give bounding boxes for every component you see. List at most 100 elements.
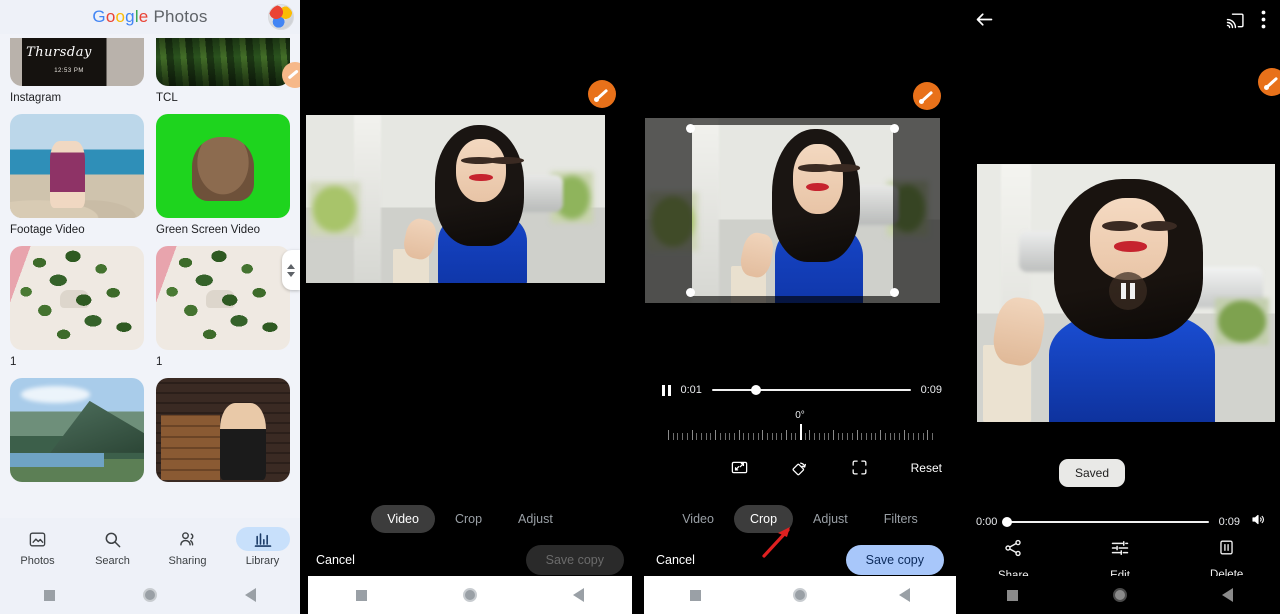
logo-letter: e: [138, 7, 149, 26]
triangle-back-icon[interactable]: [573, 588, 584, 602]
square-recents-icon[interactable]: [44, 589, 55, 601]
video-preview-cropping[interactable]: [645, 118, 940, 303]
dial-tick: [785, 430, 787, 440]
video-preview-landscape[interactable]: [306, 115, 605, 283]
thumbnail-lake[interactable]: [10, 378, 144, 482]
list-item[interactable]: 1: [10, 246, 144, 368]
list-item[interactable]: [156, 378, 290, 482]
more-vertical-icon[interactable]: [1261, 10, 1266, 34]
thumb-overlay-day: Thursday: [26, 44, 92, 60]
thumb-art: [10, 246, 144, 350]
circle-home-icon[interactable]: [793, 588, 807, 602]
dial-tick: [866, 433, 867, 440]
pencil-badge-icon[interactable]: [1258, 68, 1280, 96]
dial-tick: [880, 430, 882, 440]
tab-filters[interactable]: Filters: [868, 505, 934, 533]
rotate-icon[interactable]: [790, 458, 809, 477]
list-item[interactable]: [10, 378, 144, 482]
tab-video[interactable]: Video: [666, 505, 730, 533]
save-copy-button[interactable]: Save copy: [525, 545, 624, 575]
timeline-knob[interactable]: [1002, 517, 1013, 527]
triangle-back-icon[interactable]: [1221, 588, 1233, 602]
dial-tick: [752, 433, 754, 440]
scene-eye: [1140, 220, 1177, 232]
scene-foliage: [1215, 298, 1270, 345]
search-icon: [103, 530, 122, 549]
nav-item-library[interactable]: Library: [225, 527, 300, 567]
nav-pill: [235, 527, 290, 551]
dial-tick: [696, 433, 698, 440]
library-grid-scroll[interactable]: Thursday 12:53 PM Instagram TCL Footage …: [0, 34, 300, 538]
cancel-button[interactable]: Cancel: [316, 553, 355, 567]
tab-crop[interactable]: Crop: [439, 505, 498, 533]
saved-toast: Saved: [1059, 459, 1126, 487]
tab-adjust[interactable]: Adjust: [502, 505, 569, 533]
cast-icon[interactable]: [1225, 10, 1245, 35]
scene-eye: [824, 164, 861, 172]
item-caption: Footage Video: [10, 224, 85, 236]
list-item[interactable]: Thursday 12:53 PM Instagram: [10, 38, 144, 104]
reset-button[interactable]: Reset: [911, 461, 942, 475]
timeline-track[interactable]: [1002, 517, 1209, 527]
dial-tick: [795, 433, 797, 440]
reframe-icon[interactable]: [850, 458, 869, 477]
thumbnail-green-screen-video[interactable]: [156, 114, 290, 218]
square-recents-icon[interactable]: [1007, 589, 1019, 601]
pause-overlay-button[interactable]: [1109, 272, 1147, 310]
dial-tick: [922, 433, 924, 440]
dial-tick: [927, 430, 929, 440]
crop-handle-top-left[interactable]: [686, 123, 696, 133]
android-system-bar: [308, 576, 632, 614]
circle-home-icon[interactable]: [143, 588, 157, 602]
scrollbar-thumb[interactable]: [282, 250, 300, 290]
pencil-badge-icon[interactable]: [588, 80, 616, 108]
thumbnail-instagram[interactable]: Thursday 12:53 PM: [10, 38, 144, 86]
thumb-art: [50, 400, 144, 453]
nav-label: Sharing: [168, 555, 207, 567]
video-preview-portrait[interactable]: [977, 164, 1275, 422]
tab-video[interactable]: Video: [371, 505, 435, 533]
back-arrow-icon[interactable]: [974, 9, 995, 35]
nav-item-sharing[interactable]: Sharing: [150, 527, 225, 567]
account-avatar[interactable]: [268, 4, 294, 30]
save-copy-button[interactable]: Save copy: [845, 545, 944, 575]
timeline-track[interactable]: [711, 385, 911, 395]
cancel-button[interactable]: Cancel: [656, 553, 695, 567]
pause-icon[interactable]: [662, 384, 671, 396]
thumb-art: [192, 136, 254, 202]
item-caption: 1: [156, 356, 163, 368]
thumbnail-footage-video[interactable]: [10, 114, 144, 218]
thumbnail-plant-1[interactable]: [10, 246, 144, 350]
thumbnail-headphones-girl[interactable]: [156, 378, 290, 482]
volume-icon[interactable]: [1250, 512, 1266, 532]
pencil-badge-icon[interactable]: [913, 82, 941, 110]
dial-tick: [705, 433, 707, 440]
triangle-back-icon[interactable]: [899, 588, 910, 602]
list-item[interactable]: Green Screen Video: [156, 114, 290, 236]
dial-tick: [672, 433, 674, 440]
circle-home-icon[interactable]: [1112, 588, 1127, 602]
aspect-ratio-icon[interactable]: [730, 458, 749, 477]
nav-item-photos[interactable]: Photos: [0, 527, 75, 567]
editor-crop-tab-panel: 0:01 0:09 0° Reset Video Crop Adjust Fil…: [640, 0, 960, 614]
square-recents-icon[interactable]: [356, 589, 367, 601]
triangle-back-icon[interactable]: [245, 588, 256, 602]
editor-video-tab-panel: Video Crop Adjust Cancel Save copy: [300, 0, 640, 614]
thumbnail-tcl[interactable]: [156, 38, 290, 86]
rotation-dial[interactable]: [668, 424, 933, 440]
circle-home-icon[interactable]: [463, 588, 477, 602]
square-recents-icon[interactable]: [690, 589, 701, 601]
rotation-value-label: 0°: [795, 410, 805, 421]
thumbnail-plant-2[interactable]: [156, 246, 290, 350]
nav-item-search[interactable]: Search: [75, 527, 150, 567]
tab-adjust[interactable]: Adjust: [797, 505, 864, 533]
dial-tick: [847, 433, 849, 440]
library-icon: [253, 529, 273, 549]
dial-tick: [861, 433, 863, 440]
list-item[interactable]: TCL: [156, 38, 290, 104]
list-item[interactable]: 1: [156, 246, 290, 368]
logo-letter: o: [105, 7, 116, 26]
timeline-knob[interactable]: [750, 385, 761, 395]
list-item[interactable]: Footage Video: [10, 114, 144, 236]
crop-handle-top-right[interactable]: [889, 123, 899, 133]
